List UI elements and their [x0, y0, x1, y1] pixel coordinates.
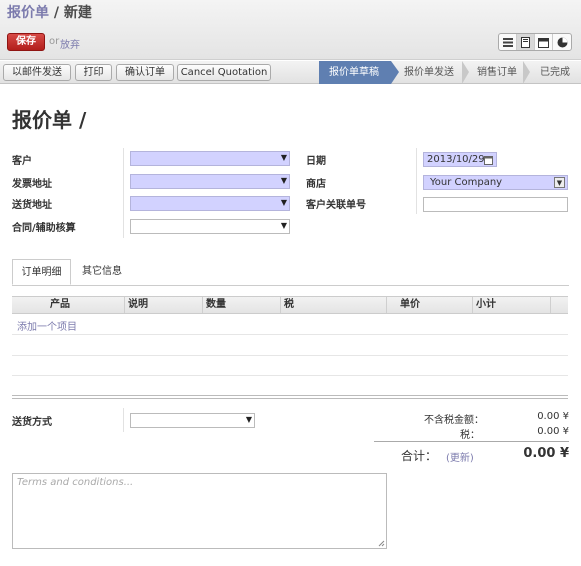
column-divider — [123, 148, 124, 238]
stage-done[interactable]: 已完成 — [540, 61, 570, 84]
total-value: 0.00 ¥ — [523, 446, 569, 461]
column-divider — [386, 297, 387, 313]
column-header-unit-price[interactable]: 单价 — [400, 297, 420, 313]
order-lines-header: 产品 说明 数量 税 单价 小计 — [12, 296, 568, 314]
client-reference-label: 客户关联单号 — [306, 200, 366, 211]
dropdown-caret-icon[interactable]: ▼ — [554, 177, 565, 188]
stage-arrow — [391, 61, 399, 84]
stage-sales-order[interactable]: 销售订单 — [477, 61, 517, 84]
total-divider — [374, 441, 569, 442]
graph-icon[interactable] — [553, 34, 571, 50]
invoice-address-select[interactable]: ▼ — [130, 174, 290, 189]
list-icon[interactable] — [499, 34, 517, 50]
column-header-quantity[interactable]: 数量 — [206, 297, 226, 313]
terms-textarea[interactable]: Terms and conditions... — [12, 473, 387, 549]
table-row — [12, 355, 568, 356]
top-bar: 报价单 / 新建 保存 or 放弃 — [0, 0, 581, 60]
stage-quotation-draft[interactable]: 报价单草稿 — [319, 61, 391, 84]
shop-label: 商店 — [306, 179, 326, 190]
or-text: or — [49, 36, 60, 47]
untaxed-amount-label: 不含税金额： — [424, 415, 484, 426]
add-item-link[interactable]: 添加一个项目 — [17, 318, 77, 333]
stage-quotation-sent[interactable]: 报价单发送 — [404, 61, 454, 84]
stage-arrow — [523, 61, 530, 84]
delivery-address-label: 送货地址 — [12, 200, 52, 211]
discard-link[interactable]: 放弃 — [60, 36, 80, 51]
dropdown-caret-icon: ▼ — [280, 221, 287, 230]
print-button[interactable]: 打印 — [75, 64, 112, 81]
table-row — [12, 375, 568, 376]
terms-placeholder: Terms and conditions... — [17, 477, 134, 488]
date-label: 日期 — [306, 156, 326, 167]
update-link[interactable]: (更新) — [446, 449, 474, 464]
table-footer-divider — [12, 395, 568, 399]
tab-order-lines[interactable]: 订单明细 — [12, 259, 71, 285]
column-divider — [280, 297, 281, 313]
invoice-address-label: 发票地址 — [12, 179, 52, 190]
breadcrumb-parent-link[interactable]: 报价单 — [7, 5, 49, 21]
untaxed-amount-value: 0.00 ¥ — [537, 411, 569, 422]
shop-value: Your Company — [430, 177, 503, 188]
column-divider — [550, 297, 551, 313]
shipping-method-select[interactable]: ▼ — [130, 413, 255, 428]
dropdown-caret-icon: ▼ — [280, 176, 287, 185]
customer-label: 客户 — [12, 156, 32, 167]
column-divider — [123, 408, 124, 432]
save-button[interactable]: 保存 — [7, 33, 45, 51]
tax-value: 0.00 ¥ — [537, 426, 569, 437]
cancel-quotation-button[interactable]: Cancel Quotation — [177, 64, 271, 81]
column-divider — [124, 297, 125, 313]
column-divider — [416, 148, 417, 214]
dropdown-caret-icon: ▼ — [280, 198, 287, 207]
status-bar: 以邮件发送 打印 确认订单 Cancel Quotation 报价单草稿 报价单… — [0, 61, 581, 84]
date-value: 2013/10/29 — [427, 154, 485, 165]
stage-arrow — [462, 61, 469, 84]
contract-select[interactable]: ▼ — [130, 219, 290, 234]
column-header-product[interactable]: 产品 — [50, 297, 70, 313]
total-label: 合计： — [401, 449, 438, 463]
column-header-tax[interactable]: 税 — [284, 297, 294, 313]
client-reference-input[interactable] — [423, 197, 568, 212]
page-title: 报价单 / — [12, 108, 87, 132]
breadcrumb-separator: / — [49, 5, 64, 21]
tax-label: 税： — [460, 430, 480, 441]
dropdown-caret-icon: ▼ — [245, 415, 252, 424]
contract-label: 合同/辅助核算 — [12, 223, 76, 234]
shipping-method-label: 送货方式 — [12, 417, 52, 428]
column-header-subtotal[interactable]: 小计 — [476, 297, 496, 313]
column-divider — [202, 297, 203, 313]
calendar-picker-icon[interactable] — [484, 155, 493, 168]
resize-grip-icon[interactable] — [378, 540, 385, 547]
column-divider — [472, 297, 473, 313]
confirm-order-button[interactable]: 确认订单 — [116, 64, 174, 81]
tab-other-info[interactable]: 其它信息 — [75, 259, 129, 285]
date-input[interactable]: 2013/10/29 — [423, 152, 497, 167]
tab-divider — [12, 285, 569, 286]
form-icon[interactable] — [517, 34, 535, 50]
calendar-icon[interactable] — [535, 34, 553, 50]
send-by-email-button[interactable]: 以邮件发送 — [3, 64, 71, 81]
column-header-description[interactable]: 说明 — [128, 297, 148, 313]
view-switcher — [498, 33, 572, 51]
customer-select[interactable]: ▼ — [130, 151, 290, 166]
table-row — [12, 334, 568, 335]
breadcrumb-current: 新建 — [63, 5, 92, 21]
delivery-address-select[interactable]: ▼ — [130, 196, 290, 211]
dropdown-caret-icon: ▼ — [280, 153, 287, 162]
breadcrumb: 报价单 / 新建 — [7, 2, 92, 22]
shop-select[interactable]: Your Company ▼ — [423, 175, 568, 190]
